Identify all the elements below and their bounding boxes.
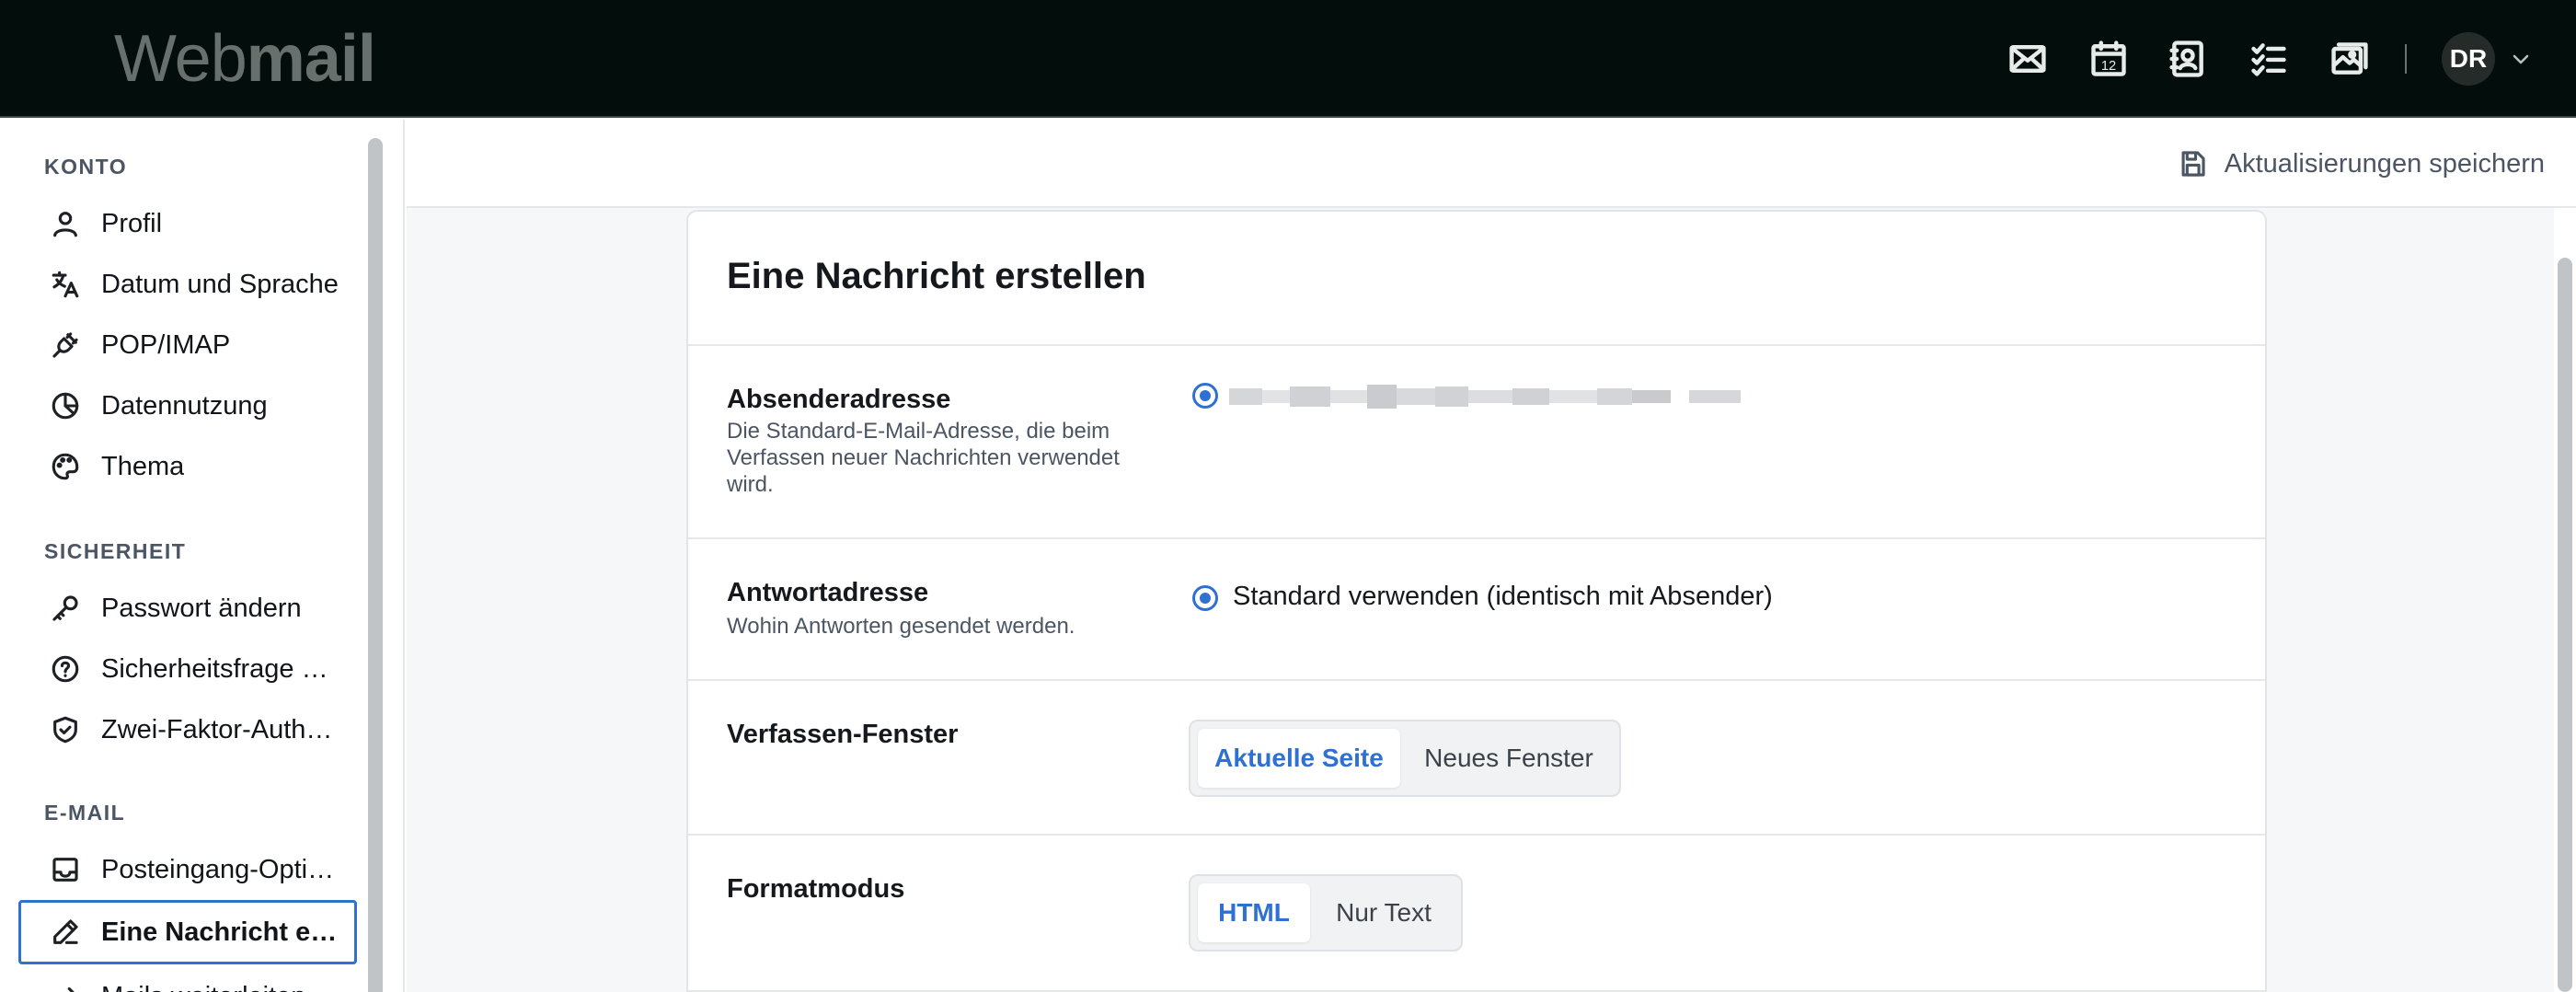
sender-address-radio[interactable] (1192, 383, 1218, 409)
sidebar-item-label: Profil (101, 208, 163, 238)
sidebar-item-posteingang[interactable]: Posteingang-Optionen (18, 839, 357, 900)
save-updates-label: Aktualisierungen speichern (2224, 148, 2545, 179)
row-divider (688, 344, 2265, 346)
pencil-icon (48, 915, 83, 950)
forward-icon (48, 979, 83, 992)
blurred-sender-address (1229, 385, 1741, 409)
key-icon (48, 591, 83, 626)
question-icon (48, 652, 83, 686)
sidebar-item-label: Sicherheitsfrage ändern (101, 653, 340, 684)
shield-icon (48, 712, 83, 747)
sidebar-item-pop-imap[interactable]: POP/IMAP (18, 315, 357, 375)
sidebar-item-datennutzung[interactable]: Datennutzung (18, 375, 357, 436)
language-icon (48, 267, 83, 302)
plug-icon (48, 328, 83, 363)
settings-content: Aktualisierungen speichern Eine Nachrich… (407, 120, 2576, 992)
action-bar: Aktualisierungen speichern (407, 120, 2576, 208)
sidebar-item-label: Datennutzung (101, 390, 268, 421)
sidebar-item-passwort[interactable]: Passwort ändern (18, 578, 357, 639)
sidebar-item-sicherheitsfrage[interactable]: Sicherheitsfrage ändern (18, 639, 357, 699)
avatar[interactable]: DR (2442, 32, 2495, 86)
pie-chart-icon (48, 388, 83, 423)
sender-description: Die Standard-E-Mail-Adresse, die beim Ve… (727, 419, 1120, 497)
row-divider (688, 679, 2265, 681)
reply-description: Wohin Antworten gesendet werden. (727, 614, 1075, 639)
option-html[interactable]: HTML (1198, 883, 1310, 942)
option-new-window[interactable]: Neues Fenster (1404, 729, 1614, 788)
sidebar-item-label: Thema (101, 451, 185, 481)
topbar-divider (2405, 44, 2407, 74)
section-title-sicherheit: SICHERHEIT (44, 539, 187, 563)
reply-label: Antwortadresse (727, 578, 929, 607)
sidebar-item-label: Zwei-Faktor-Authentifizierung (101, 714, 340, 744)
row-divider (688, 834, 2265, 836)
sidebar-item-label: Posteingang-Optionen (101, 854, 340, 884)
photos-icon[interactable] (2328, 37, 2372, 81)
sidebar-item-label: POP/IMAP (101, 329, 231, 360)
format-mode-toggle: HTML Nur Text (1189, 874, 1463, 952)
option-current-page[interactable]: Aktuelle Seite (1198, 729, 1400, 788)
row-divider (688, 537, 2265, 539)
sidebar-item-weiterleiten[interactable]: Mails weiterleiten (18, 966, 357, 992)
contacts-icon[interactable] (2166, 37, 2210, 81)
sidebar-item-label: Mails weiterleiten (101, 982, 305, 992)
section-title-konto: KONTO (44, 155, 128, 179)
brand-bold: mail (246, 22, 376, 96)
chevron-down-icon[interactable] (2510, 48, 2532, 70)
app-logo[interactable]: Webmail (114, 26, 376, 92)
content-scrollbar-thumb[interactable] (2558, 258, 2572, 992)
sidebar-item-zwei-faktor[interactable]: Zwei-Faktor-Authentifizierung (18, 699, 357, 760)
sender-label: Absenderadresse (727, 385, 951, 414)
settings-sidebar: KONTO Profil Datum und Sprache POP/IMAP … (0, 120, 405, 992)
sidebar-scrollbar-thumb[interactable] (368, 138, 383, 992)
option-plain-text[interactable]: Nur Text (1314, 883, 1454, 942)
reply-default-label: Standard verwenden (identisch mit Absend… (1233, 582, 1773, 611)
sidebar-item-thema[interactable]: Thema (18, 436, 357, 497)
sidebar-item-datum-sprache[interactable]: Datum und Sprache (18, 254, 357, 315)
sidebar-item-label: Datum und Sprache (101, 269, 339, 299)
section-title-e-mail: E-MAIL (44, 801, 126, 825)
user-icon (48, 206, 83, 241)
reply-default-radio[interactable] (1192, 585, 1218, 611)
compose-window-label: Verfassen-Fenster (727, 720, 959, 749)
format-mode-label: Formatmodus (727, 874, 905, 904)
brand-light: Web (114, 22, 247, 96)
inbox-icon (48, 852, 83, 887)
top-bar: Webmail 12 DR (0, 0, 2576, 118)
save-updates-button[interactable]: Aktualisierungen speichern (2177, 142, 2545, 186)
sidebar-item-profil[interactable]: Profil (18, 193, 357, 254)
palette-icon (48, 449, 83, 484)
compose-window-toggle: Aktuelle Seite Neues Fenster (1189, 720, 1621, 797)
calendar-icon[interactable]: 12 (2087, 37, 2131, 81)
sidebar-item-label: Eine Nachricht erstellen (101, 917, 340, 947)
tasks-icon[interactable] (2247, 37, 2291, 81)
sidebar-item-nachricht-erstellen[interactable]: Eine Nachricht erstellen (18, 900, 357, 964)
calendar-day: 12 (2101, 59, 2116, 74)
save-icon (2181, 151, 2205, 177)
sidebar-item-label: Passwort ändern (101, 593, 302, 623)
compose-settings-card: Eine Nachricht erstellen Absenderadresse… (686, 210, 2267, 992)
mail-icon[interactable] (2006, 37, 2050, 81)
page-title: Eine Nachricht erstellen (727, 256, 1146, 296)
